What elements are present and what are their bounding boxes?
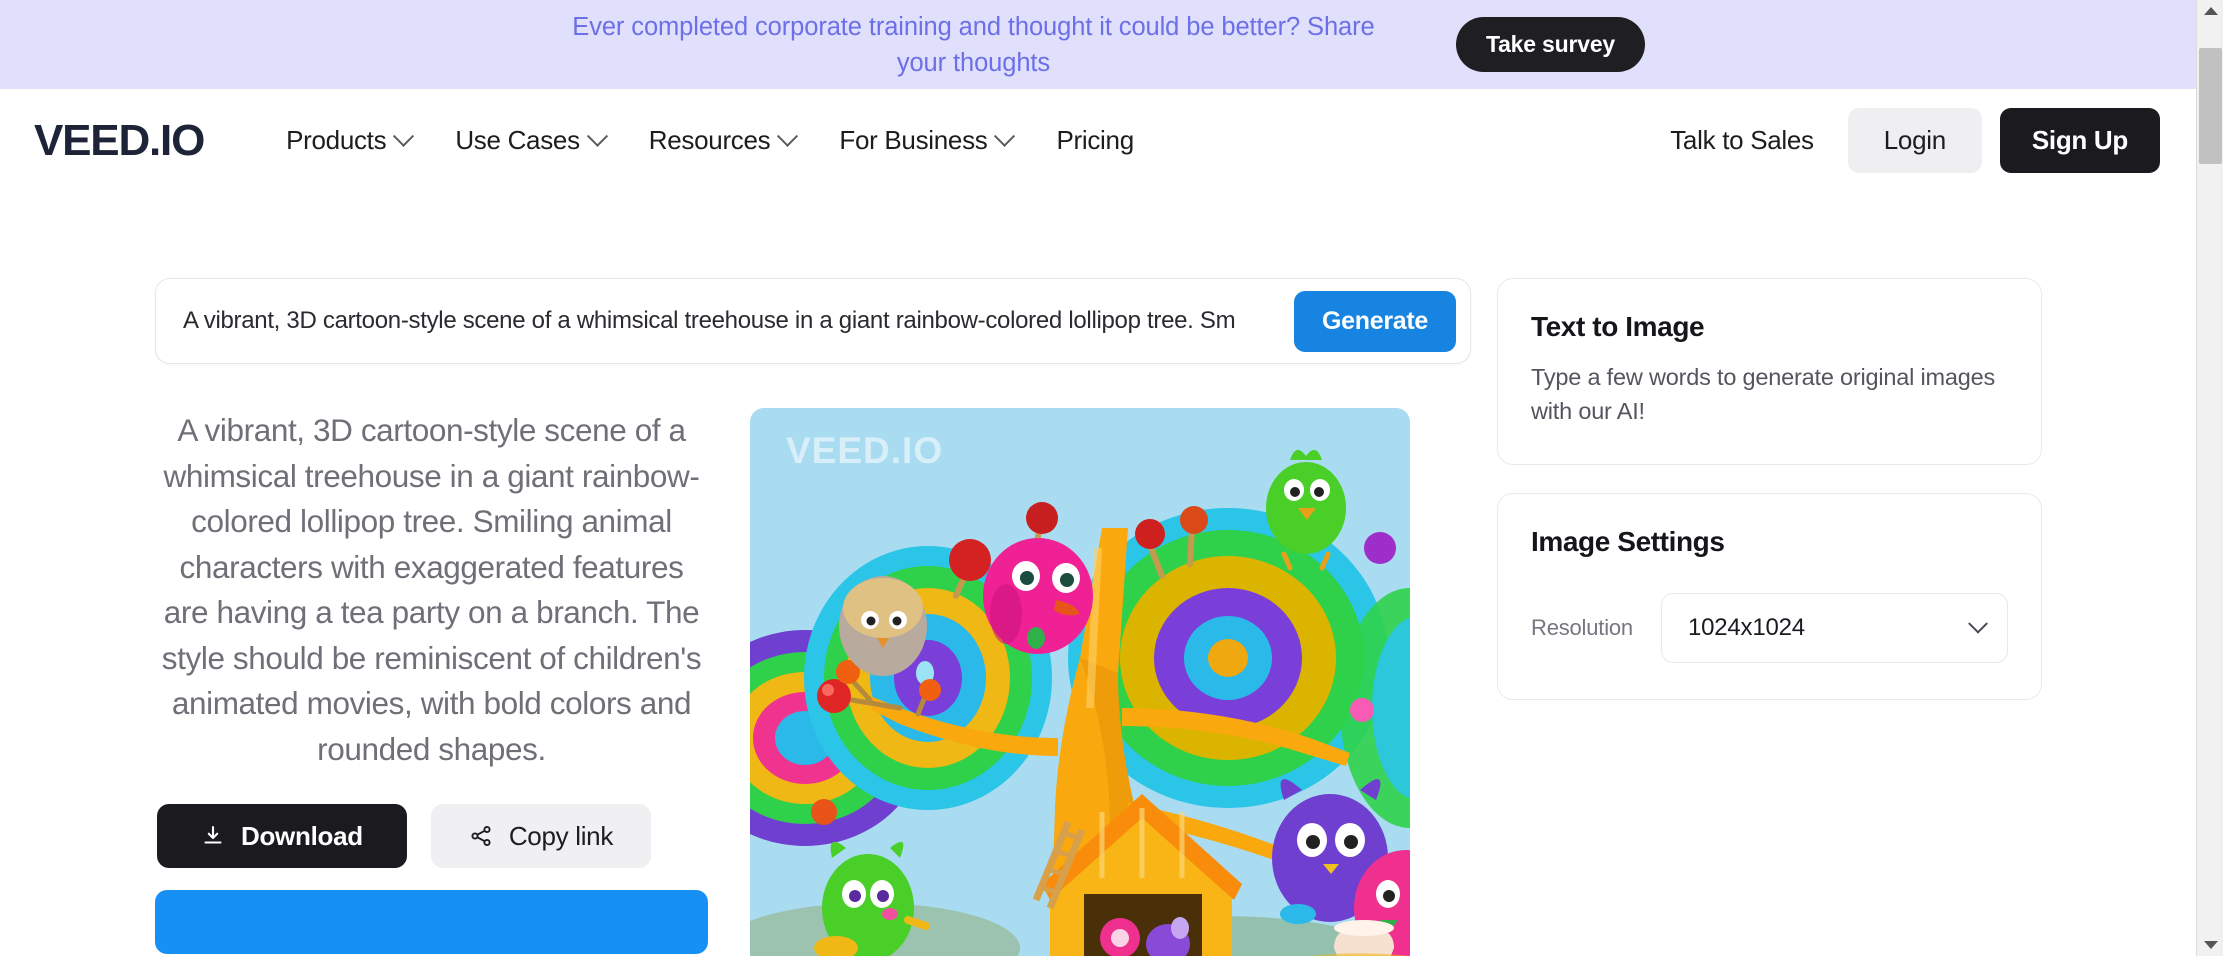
chevron-down-icon: [586, 125, 608, 147]
browser-viewport: Ever completed corporate training and th…: [0, 0, 2196, 956]
site-header: VEED.IO Products Use Cases Resources For…: [0, 89, 2196, 192]
nav-item-resources[interactable]: Resources: [627, 115, 818, 166]
page-root: Ever completed corporate training and th…: [0, 0, 2223, 956]
resolution-select[interactable]: 1024x1024: [1660, 593, 2008, 663]
nav-item-pricing[interactable]: Pricing: [1034, 115, 1155, 166]
promo-banner: Ever completed corporate training and th…: [0, 0, 2196, 89]
nav-label: Use Cases: [455, 125, 580, 155]
scroll-up-arrow[interactable]: [2197, 0, 2223, 22]
chevron-down-icon: [393, 125, 415, 147]
text-to-image-title: Text to Image: [1531, 311, 1705, 342]
download-button-label: Download: [241, 820, 363, 851]
prompt-input[interactable]: [183, 307, 1294, 335]
primary-cta-button[interactable]: [155, 890, 708, 954]
resolution-value: 1024x1024: [1687, 614, 1805, 641]
triangle-up-icon: [2203, 7, 2218, 15]
text-to-image-description: Type a few words to generate original im…: [1531, 364, 1996, 424]
header-actions: Talk to Sales Login Sign Up: [1654, 108, 2160, 173]
resolution-label: Resolution: [1531, 615, 1633, 640]
nav-label: Pricing: [1056, 125, 1134, 155]
settings-sidebar: Text to Image Type a few words to genera…: [1497, 278, 2042, 956]
image-settings-panel: Image Settings Resolution 1024x1024: [1497, 493, 2042, 700]
result-actions: Download Copy link: [155, 804, 708, 868]
text-to-image-panel: Text to Image Type a few words to genera…: [1497, 278, 2042, 465]
chevron-down-icon: [777, 125, 799, 147]
triangle-down-icon: [2203, 941, 2218, 949]
generator-column: Generate A vibrant, 3D cartoon-style sce…: [155, 278, 1475, 956]
result-text-column: A vibrant, 3D cartoon-style scene of a w…: [155, 408, 708, 956]
login-button[interactable]: Login: [1847, 108, 1982, 173]
nav-label: For Business: [839, 125, 988, 155]
share-icon: [471, 825, 491, 847]
result-prompt-text: A vibrant, 3D cartoon-style scene of a w…: [161, 412, 702, 767]
scroll-down-arrow[interactable]: [2197, 934, 2223, 956]
take-survey-button[interactable]: Take survey: [1455, 17, 1646, 72]
veed-logo[interactable]: VEED.IO: [34, 118, 205, 163]
copy-link-button[interactable]: Copy link: [430, 804, 652, 868]
nav-label: Resources: [648, 125, 771, 155]
resolution-setting-row: Resolution 1024x1024: [1531, 593, 2008, 663]
signup-button[interactable]: Sign Up: [1999, 108, 2160, 173]
generated-image[interactable]: VEED.IO: [750, 408, 1410, 956]
main-content: Generate A vibrant, 3D cartoon-style sce…: [0, 278, 2196, 956]
page-scrollbar[interactable]: [2196, 0, 2223, 956]
chevron-down-icon: [994, 125, 1016, 147]
chevron-down-icon: [1968, 613, 1988, 634]
copy-link-button-label: Copy link: [508, 820, 614, 851]
nav-item-products[interactable]: Products: [264, 115, 433, 166]
nav-item-for-business[interactable]: For Business: [817, 115, 1034, 166]
generated-image-artwork: [750, 408, 1410, 956]
talk-to-sales-link[interactable]: Talk to Sales: [1654, 115, 1830, 166]
nav-label: Products: [286, 125, 387, 155]
results-row: A vibrant, 3D cartoon-style scene of a w…: [155, 408, 1475, 956]
prompt-bar: Generate: [155, 278, 1471, 364]
image-settings-title: Image Settings: [1531, 526, 1725, 557]
download-button[interactable]: Download: [157, 804, 407, 868]
main-navigation: Products Use Cases Resources For Busines…: [264, 115, 1156, 166]
download-icon: [204, 825, 222, 844]
promo-banner-text[interactable]: Ever completed corporate training and th…: [551, 9, 1396, 81]
generate-button[interactable]: Generate: [1294, 290, 1456, 352]
scrollbar-thumb[interactable]: [2199, 48, 2222, 164]
nav-item-use-cases[interactable]: Use Cases: [433, 115, 626, 166]
